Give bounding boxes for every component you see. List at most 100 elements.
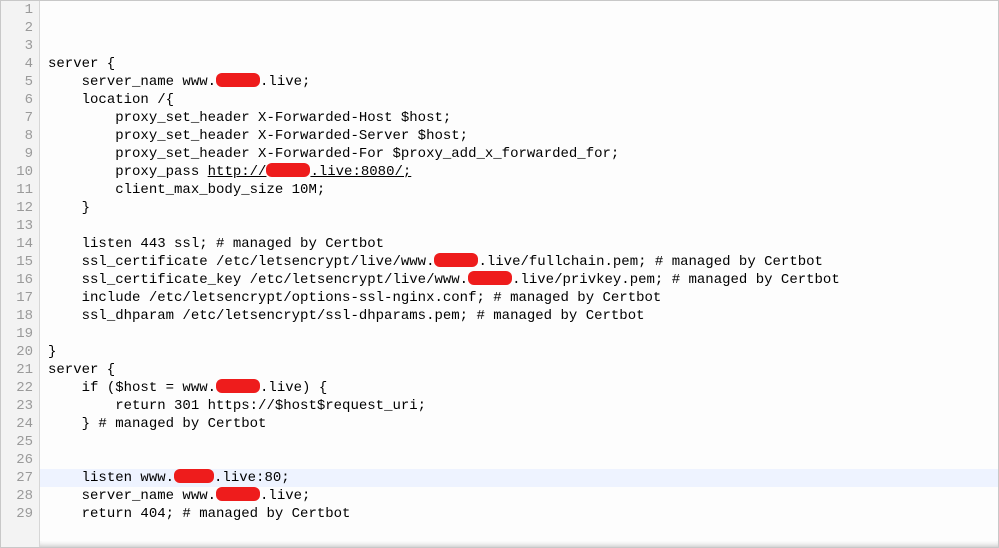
code-token: }	[48, 344, 56, 360]
line-number: 28	[5, 487, 33, 505]
url-text: http://	[208, 164, 267, 180]
line-number: 4	[5, 55, 33, 73]
line-number: 26	[5, 451, 33, 469]
code-line[interactable]: ssl_dhparam /etc/letsencrypt/ssl-dhparam…	[48, 307, 990, 325]
code-text: return 404; # managed by Certbot	[48, 506, 350, 522]
line-number: 11	[5, 181, 33, 199]
code-line[interactable]: proxy_set_header X-Forwarded-Server $hos…	[48, 127, 990, 145]
code-token: listen www.	[82, 470, 174, 486]
line-number: 10	[5, 163, 33, 181]
code-line[interactable]: ssl_certificate_key /etc/letsencrypt/liv…	[48, 271, 990, 289]
code-area[interactable]: server { server_name www. .live; location…	[40, 1, 998, 547]
line-number: 12	[5, 199, 33, 217]
line-number: 18	[5, 307, 33, 325]
redaction-mark	[216, 73, 260, 87]
code-text: proxy_set_header X-Forwarded-For $proxy_…	[48, 146, 619, 162]
line-number: 7	[5, 109, 33, 127]
line-number: 14	[5, 235, 33, 253]
line-number: 15	[5, 253, 33, 271]
line-number: 16	[5, 271, 33, 289]
code-token: if ($host = www.	[82, 380, 216, 396]
code-line[interactable]: }	[48, 199, 990, 217]
code-line[interactable]: server {	[48, 55, 990, 73]
code-line[interactable]: server_name www. .live;	[48, 73, 990, 91]
code-token: server_name www.	[82, 488, 216, 504]
code-token: } # managed by Certbot	[82, 416, 267, 432]
line-number: 20	[5, 343, 33, 361]
line-number: 25	[5, 433, 33, 451]
code-line[interactable]	[48, 433, 990, 451]
line-number: 17	[5, 289, 33, 307]
code-text: } # managed by Certbot	[48, 416, 266, 432]
code-token: .live:80;	[214, 470, 290, 486]
code-token: ssl_certificate /etc/letsencrypt/live/ww…	[82, 254, 435, 270]
code-line[interactable]	[48, 217, 990, 235]
code-text: server {	[48, 56, 115, 72]
code-line[interactable]: client_max_body_size 10M;	[48, 181, 990, 199]
code-line[interactable]: if ($host = www. .live) {	[48, 379, 990, 397]
code-token: .live;	[260, 74, 310, 90]
code-line[interactable]: include /etc/letsencrypt/options-ssl-ngi…	[48, 289, 990, 307]
code-text: server_name www. .live;	[48, 488, 310, 504]
code-text: return 301 https://$host$request_uri;	[48, 398, 426, 414]
code-line[interactable]: }	[48, 343, 990, 361]
code-text: }	[48, 200, 90, 216]
code-token: location /{	[82, 92, 174, 108]
code-line[interactable]: location /{	[48, 91, 990, 109]
code-token: .live) {	[260, 380, 327, 396]
code-text: server {	[48, 362, 115, 378]
line-number-gutter: 1234567891011121314151617181920212223242…	[1, 1, 40, 547]
code-line[interactable]: proxy_pass http://.live:8080/;	[48, 163, 990, 181]
code-text: listen www. .live:80;	[48, 470, 290, 486]
line-number: 21	[5, 361, 33, 379]
code-token: .live/privkey.pem; # managed by Certbot	[512, 272, 840, 288]
line-number: 24	[5, 415, 33, 433]
code-line[interactable]	[48, 325, 990, 343]
code-text: }	[48, 344, 56, 360]
code-token: proxy_set_header X-Forwarded-Host $host;	[115, 110, 451, 126]
code-text: server_name www. .live;	[48, 74, 310, 90]
redaction-mark	[266, 163, 310, 177]
code-line[interactable]: server {	[48, 361, 990, 379]
code-token: return 301 https://$host$request_uri;	[115, 398, 426, 414]
code-text: location /{	[48, 92, 174, 108]
line-number: 6	[5, 91, 33, 109]
line-number: 1	[5, 1, 33, 19]
code-token: server {	[48, 362, 115, 378]
line-number: 8	[5, 127, 33, 145]
code-line[interactable]: proxy_set_header X-Forwarded-Host $host;	[48, 109, 990, 127]
line-number: 9	[5, 145, 33, 163]
code-token: include /etc/letsencrypt/options-ssl-ngi…	[82, 290, 662, 306]
redaction-mark	[174, 469, 214, 483]
redaction-mark	[216, 379, 260, 393]
code-text: client_max_body_size 10M;	[48, 182, 325, 198]
code-line[interactable]: return 404; # managed by Certbot	[48, 505, 990, 523]
code-line[interactable]: server_name www. .live;	[48, 487, 990, 505]
code-token: server_name www.	[82, 74, 216, 90]
redaction-mark	[468, 271, 512, 285]
redaction-mark	[434, 253, 478, 267]
code-line[interactable]: ssl_certificate /etc/letsencrypt/live/ww…	[48, 253, 990, 271]
code-token: listen 443 ssl; # managed by Certbot	[82, 236, 384, 252]
code-token: proxy_pass	[115, 164, 207, 180]
code-line[interactable]	[48, 541, 990, 548]
code-token: }	[82, 200, 90, 216]
code-text: proxy_pass http://.live:8080/;	[48, 164, 411, 180]
code-token: ssl_dhparam /etc/letsencrypt/ssl-dhparam…	[82, 308, 645, 324]
code-token: .live/fullchain.pem; # managed by Certbo…	[478, 254, 822, 270]
redaction-mark	[216, 487, 260, 501]
code-line[interactable]: return 301 https://$host$request_uri;	[48, 397, 990, 415]
code-text: ssl_certificate_key /etc/letsencrypt/liv…	[48, 272, 840, 288]
code-line[interactable]: listen 443 ssl; # managed by Certbot	[48, 235, 990, 253]
code-editor[interactable]: 1234567891011121314151617181920212223242…	[0, 0, 999, 548]
line-number: 13	[5, 217, 33, 235]
code-line[interactable]: proxy_set_header X-Forwarded-For $proxy_…	[48, 145, 990, 163]
code-text: ssl_dhparam /etc/letsencrypt/ssl-dhparam…	[48, 308, 645, 324]
code-token: proxy_set_header X-Forwarded-For $proxy_…	[115, 146, 619, 162]
line-number: 29	[5, 505, 33, 523]
code-token: return 404; # managed by Certbot	[82, 506, 351, 522]
code-line[interactable]	[48, 451, 990, 469]
code-line[interactable]: } # managed by Certbot	[48, 415, 990, 433]
code-token: .live;	[260, 488, 310, 504]
code-line[interactable]	[48, 523, 990, 541]
